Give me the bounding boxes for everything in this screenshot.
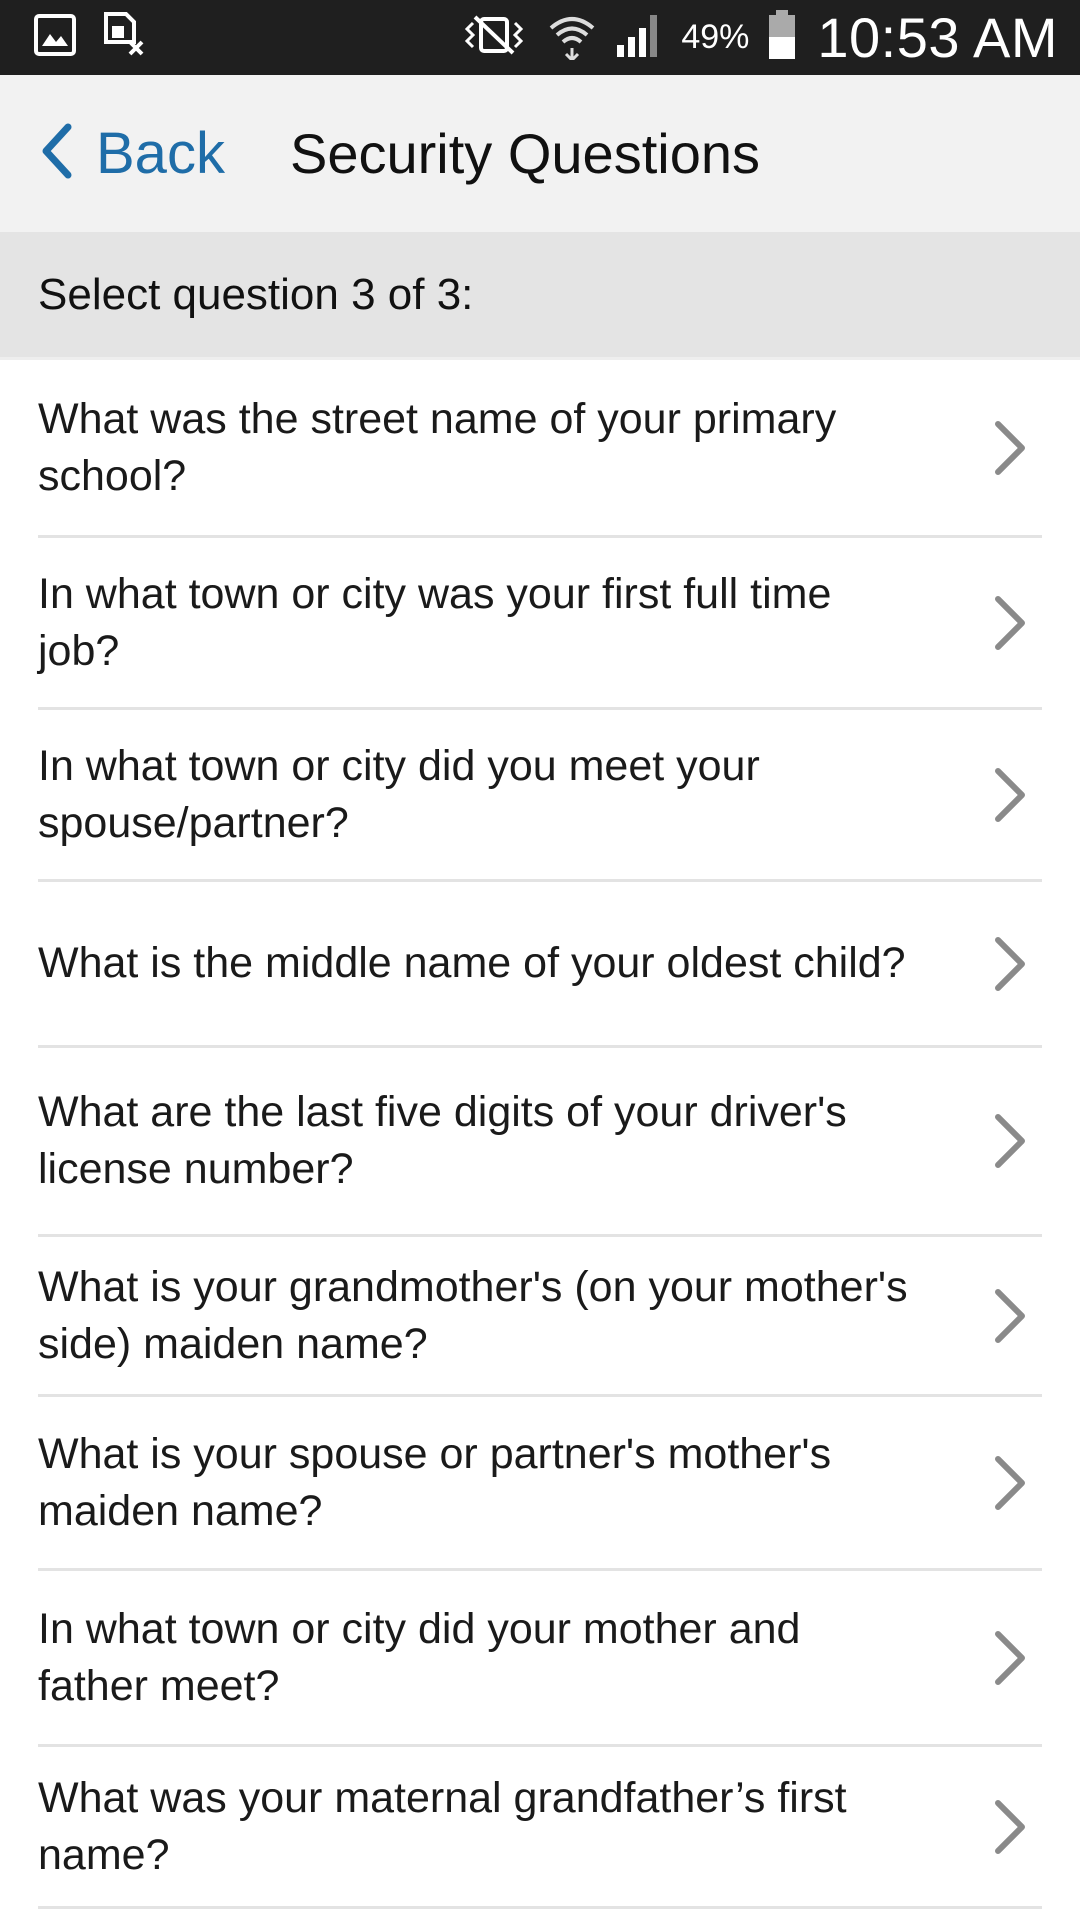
- signal-icon: [615, 11, 663, 64]
- list-item[interactable]: What is the middle name of your oldest c…: [38, 882, 1042, 1048]
- question-text: In what town or city did you meet your s…: [38, 741, 760, 847]
- list-item[interactable]: In what town or city did your mother and…: [38, 1571, 1042, 1747]
- chevron-right-icon: [995, 420, 1025, 475]
- wifi-icon: [547, 10, 597, 65]
- question-text: What was your maternal grandfather’s fir…: [38, 1773, 847, 1879]
- chevron-right-icon: [995, 1114, 1025, 1168]
- vibrate-mute-icon: [459, 13, 529, 62]
- gallery-icon: [34, 14, 76, 61]
- chevron-left-icon: [38, 123, 74, 184]
- list-item[interactable]: What was your maternal grandfather’s fir…: [38, 1747, 1042, 1909]
- question-text: What are the last five digits of your dr…: [38, 1088, 847, 1193]
- section-header: Select question 3 of 3:: [0, 232, 1080, 360]
- list-item[interactable]: What are the last five digits of your dr…: [38, 1048, 1042, 1237]
- list-item[interactable]: What is your spouse or partner's mother'…: [38, 1397, 1042, 1571]
- question-text: In what town or city was your first full…: [38, 569, 832, 675]
- list-item[interactable]: In what town or city did you meet your s…: [38, 710, 1042, 882]
- question-text: What is your grandmother's (on your moth…: [38, 1262, 908, 1368]
- question-text: What was the street name of your primary…: [38, 394, 837, 500]
- status-time: 10:53 AM: [817, 6, 1058, 69]
- chevron-right-icon: [995, 767, 1025, 822]
- sim-blocked-icon: [102, 12, 146, 63]
- chevron-right-icon: [995, 595, 1025, 650]
- chevron-right-icon: [995, 1799, 1025, 1854]
- battery-icon: [767, 10, 797, 65]
- question-text: What is your spouse or partner's mother'…: [38, 1429, 832, 1535]
- status-bar-right: 49% 10:53 AM: [441, 5, 1058, 70]
- question-text: In what town or city did your mother and…: [38, 1604, 801, 1710]
- app-bar: Back Security Questions: [0, 75, 1080, 232]
- battery-percent: 49%: [681, 18, 750, 56]
- list-item[interactable]: What is your grandmother's (on your moth…: [38, 1237, 1042, 1397]
- status-bar: 49% 10:53 AM: [0, 0, 1080, 75]
- chevron-right-icon: [995, 1288, 1025, 1343]
- chevron-right-icon: [995, 1455, 1025, 1510]
- question-list: What was the street name of your primary…: [0, 360, 1080, 1909]
- status-bar-left: [34, 12, 172, 63]
- question-text: What is the middle name of your oldest c…: [38, 939, 906, 987]
- back-label: Back: [96, 121, 225, 186]
- page-title: Security Questions: [290, 122, 760, 185]
- back-button[interactable]: Back: [38, 75, 225, 232]
- list-item[interactable]: In what town or city was your first full…: [38, 538, 1042, 710]
- chevron-right-icon: [995, 936, 1025, 991]
- chevron-right-icon: [995, 1630, 1025, 1685]
- list-item[interactable]: What was the street name of your primary…: [38, 360, 1042, 538]
